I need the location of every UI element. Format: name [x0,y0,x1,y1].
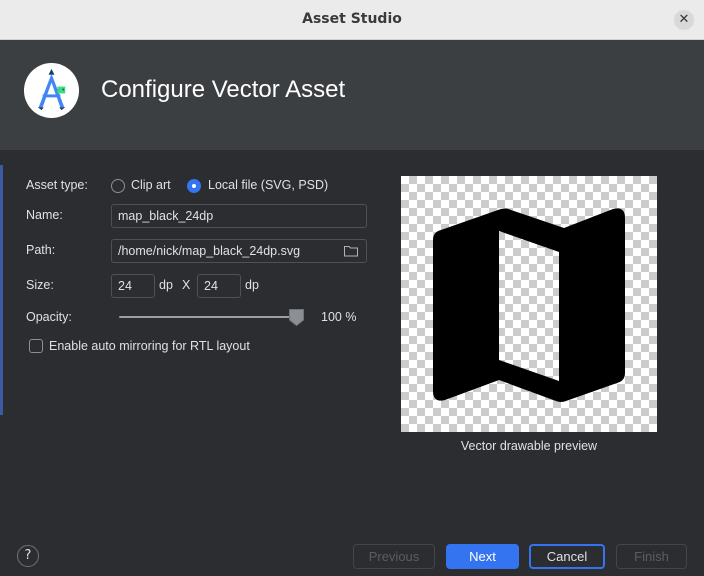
path-input[interactable]: /home/nick/map_black_24dp.svg [111,239,367,263]
size-label: Size: [26,278,54,292]
window-titlebar: Asset Studio ✕ [0,0,704,40]
auto-mirroring-checkbox[interactable] [29,339,43,353]
cancel-button[interactable]: Cancel [529,544,605,569]
page-title: Configure Vector Asset [101,76,346,103]
size-height-input[interactable]: 24 [197,274,241,298]
opacity-value: 100 % [321,310,357,324]
clip-art-label[interactable]: Clip art [131,178,171,192]
auto-mirroring-label[interactable]: Enable auto mirroring for RTL layout [49,339,250,353]
name-input[interactable]: map_black_24dp [111,204,367,228]
size-width-input[interactable]: 24 [111,274,155,298]
help-icon: ? [24,548,32,563]
vector-preview [401,176,657,432]
previous-button[interactable]: Previous [353,544,435,569]
opacity-label: Opacity: [26,310,72,324]
android-studio-logo-icon [23,62,80,119]
size-separator: X [182,278,191,292]
next-button[interactable]: Next [446,544,519,569]
size-height-unit: dp [245,278,259,292]
opacity-slider-track[interactable] [119,316,297,318]
finish-button[interactable]: Finish [616,544,687,569]
name-label: Name: [26,208,63,222]
size-width-unit: dp [159,278,173,292]
local-file-radio[interactable] [187,179,201,193]
local-file-label[interactable]: Local file (SVG, PSD) [208,178,328,192]
close-button[interactable]: ✕ [674,10,694,30]
help-button[interactable]: ? [17,545,39,567]
clip-art-radio[interactable] [111,179,125,193]
window-title: Asset Studio [302,11,402,27]
path-value: /home/nick/map_black_24dp.svg [118,244,301,258]
close-icon: ✕ [678,12,690,27]
path-label: Path: [26,243,56,257]
preview-caption: Vector drawable preview [460,439,598,453]
opacity-slider-thumb[interactable] [289,309,304,326]
map-icon [433,208,625,402]
background-window-edge [0,165,3,415]
folder-icon[interactable] [344,245,358,257]
wizard-header: Configure Vector Asset [0,40,704,151]
asset-type-label: Asset type: [26,178,88,192]
